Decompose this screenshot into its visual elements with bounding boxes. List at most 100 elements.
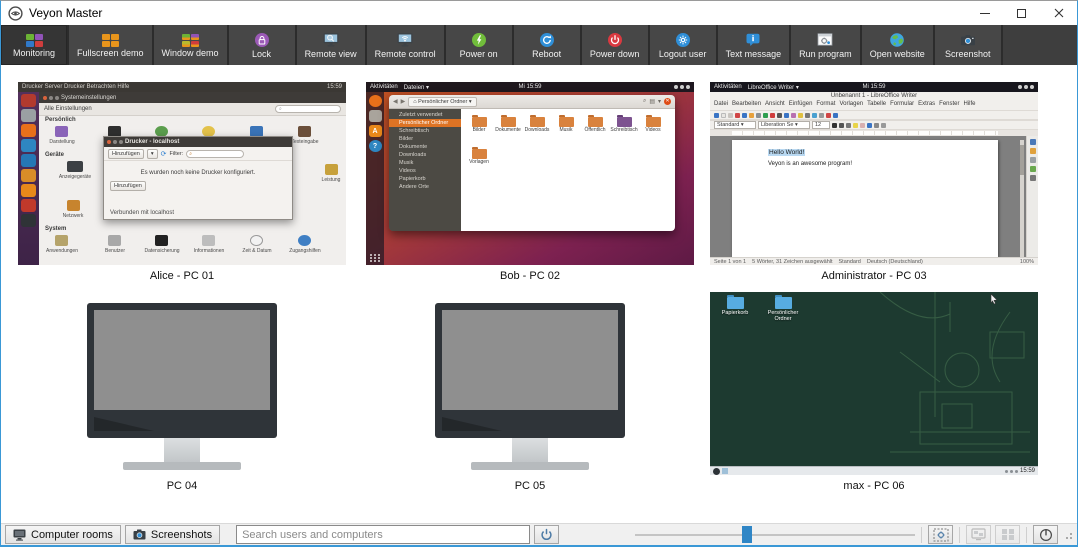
folder-label: Schreibtisch <box>610 128 638 133</box>
toolbar-button-window-demo[interactable]: Window demo <box>154 25 229 65</box>
toolbar-button-power-on[interactable]: Power on <box>446 25 514 65</box>
section-devices: Geräte <box>45 152 64 158</box>
toolbar-button-text-message[interactable]: Text message <box>718 25 792 65</box>
toolbar-button-logout-user[interactable]: Logout user <box>650 25 718 65</box>
menu-item: Ansicht <box>765 101 785 110</box>
folder-label: Bilder <box>465 128 493 133</box>
main-toolbar: Monitoring Fullscreen demo Window demo L… <box>1 25 1077 65</box>
custom-arrangement-button[interactable] <box>966 525 991 544</box>
window-demo-icon <box>182 34 199 47</box>
alice-pc01-thumbnail[interactable]: Drucker Server Drucker Betrachten Hilfe … <box>18 82 346 265</box>
app-menu-label: Dateien ▾ <box>404 84 429 91</box>
power-down-icon <box>606 32 624 48</box>
amazon-dock-icon: A <box>369 125 382 137</box>
toolbar-button-reboot[interactable]: Reboot <box>514 25 582 65</box>
computer-item-max-pc06[interactable]: Papierkorb Persönlicher Ordner 15:59 <box>700 292 1048 492</box>
computer-item-alice-pc01[interactable]: Drucker Server Drucker Betrachten Hilfe … <box>8 82 356 282</box>
toolbar-button-power-down[interactable]: Power down <box>582 25 650 65</box>
drucker-dialog-toolbar: Hinzufügen ▾ ⟳ Filter: ⌕ <box>104 147 292 161</box>
zoom-level: 100% <box>1020 259 1034 265</box>
folder-icon <box>559 117 574 127</box>
section-personal: Persönlich <box>45 117 76 123</box>
folder-item: Vorlagen <box>465 149 493 165</box>
computer-item-administrator-pc03[interactable]: Mi 15:59 Aktivitäten LibreOffice Writer … <box>700 82 1048 282</box>
menu-icon: ▾ <box>658 98 661 105</box>
path-label: Persönlicher Ordner <box>418 99 467 105</box>
toolbar-label: Logout user <box>659 49 707 59</box>
filter-label: Filter: <box>169 151 183 157</box>
system-tray-icons <box>1018 85 1034 89</box>
headerbar-icons: ⌕ ▤ ▾ ✕ <box>643 98 671 105</box>
screenshots-button[interactable]: Screenshots <box>125 525 220 544</box>
offline-monitor-icon <box>435 303 625 470</box>
close-icon <box>1054 8 1064 18</box>
settings-header: Alle Einstellungen ⌕ <box>39 103 346 116</box>
computer-monitoring-view: Drucker Server Drucker Betrachten Hilfe … <box>1 65 1077 523</box>
auto-adjust-icon <box>933 528 949 542</box>
files-headerbar: ◀ ▶ ⌂ Persönlicher Ordner ▾ ⌕ ▤ ▾ ✕ <box>389 95 675 109</box>
administrator-pc03-thumbnail[interactable]: Mi 15:59 Aktivitäten LibreOffice Writer … <box>710 82 1038 265</box>
max-pc06-thumbnail[interactable]: Papierkorb Persönlicher Ordner 15:59 <box>710 292 1038 475</box>
folder-icon <box>775 297 792 309</box>
toolbar-button-run-program[interactable]: Run program <box>791 25 862 65</box>
toolbar-button-remote-control[interactable]: Remote control <box>367 25 446 65</box>
align-to-grid-button[interactable] <box>995 525 1020 544</box>
computer-rooms-button[interactable]: Computer rooms <box>5 525 121 544</box>
scrollbar <box>1020 140 1024 257</box>
toolbar-button-monitoring[interactable]: Monitoring <box>1 25 69 65</box>
toolbar-button-remote-view[interactable]: Remote view <box>297 25 367 65</box>
logout-user-icon <box>674 32 692 48</box>
folder-label: Videos <box>639 128 667 133</box>
pc04-offline-thumbnail[interactable] <box>18 292 346 475</box>
bob-pc02-thumbnail[interactable]: Mi 15:59 Aktivitäten Dateien ▾ A ? <box>366 82 694 265</box>
sidebar-item: Downloads <box>389 151 461 159</box>
mail-launcher-icon <box>21 139 36 152</box>
toolbar-label: Power on <box>460 49 498 59</box>
close-icon: ✕ <box>664 98 671 105</box>
close-dot-icon <box>107 140 111 144</box>
menu-item: Bearbeiten <box>732 101 761 110</box>
menu-item: Einfügen <box>789 101 813 110</box>
cursor-icon <box>990 294 998 304</box>
folder-item: Bilder <box>465 117 493 133</box>
offline-monitor-icon <box>87 303 277 470</box>
minimize-dot-icon <box>49 96 53 100</box>
app-menu-icon <box>713 468 720 475</box>
anwendungen-icon <box>55 235 68 246</box>
minimize-button[interactable] <box>966 1 1003 25</box>
thumbnail-size-slider[interactable] <box>635 525 915 544</box>
pc05-offline-thumbnail[interactable] <box>366 292 694 475</box>
computer-item-pc05[interactable]: PC 05 <box>356 292 704 492</box>
document-page: Hello World! Veyon is an awesome program… <box>732 140 998 257</box>
toolbar-button-screenshot[interactable]: Screenshot <box>935 25 1003 65</box>
menu-item: Extras <box>918 101 935 110</box>
libreoffice-toolbar-formatting: Standard ▾ Liberation Se ▾ 12 <box>710 120 1038 130</box>
screenshots-label: Screenshots <box>151 529 212 541</box>
powered-on-filter-button[interactable] <box>534 525 559 544</box>
slider-track[interactable] <box>635 534 915 536</box>
toolbar-label: Screenshot <box>945 49 991 59</box>
run-program-icon <box>816 32 834 48</box>
folder-icon <box>588 117 603 127</box>
about-button[interactable] <box>1033 525 1058 544</box>
computer-item-pc04[interactable]: PC 04 <box>8 292 356 492</box>
remote-view-icon <box>322 32 340 48</box>
computer-item-bob-pc02[interactable]: Mi 15:59 Aktivitäten Dateien ▾ A ? <box>356 82 704 282</box>
toolbar-button-lock[interactable]: Lock <box>229 25 297 65</box>
auto-adjust-size-button[interactable] <box>928 525 953 544</box>
system-item-label: Zeit & Datum <box>230 248 284 254</box>
toolbar-button-fullscreen-demo[interactable]: Fullscreen demo <box>69 25 154 65</box>
maximize-button[interactable] <box>1003 1 1040 25</box>
sidebar-item: Bilder <box>389 135 461 143</box>
font-size-box: 12 <box>812 121 830 129</box>
thumbnail-size-slider-handle[interactable] <box>742 526 752 543</box>
monitor-launcher-icon <box>21 214 36 227</box>
toolbar-button-open-website[interactable]: Open website <box>862 25 935 65</box>
sidebar-item: Videos <box>389 167 461 175</box>
folder-label: Vorlagen <box>465 160 493 165</box>
search-input[interactable] <box>236 525 530 544</box>
close-button[interactable] <box>1040 1 1077 25</box>
fullscreen-demo-icon <box>102 34 119 47</box>
resize-grip[interactable] <box>1062 529 1073 540</box>
sidebar-panel <box>1026 136 1038 257</box>
